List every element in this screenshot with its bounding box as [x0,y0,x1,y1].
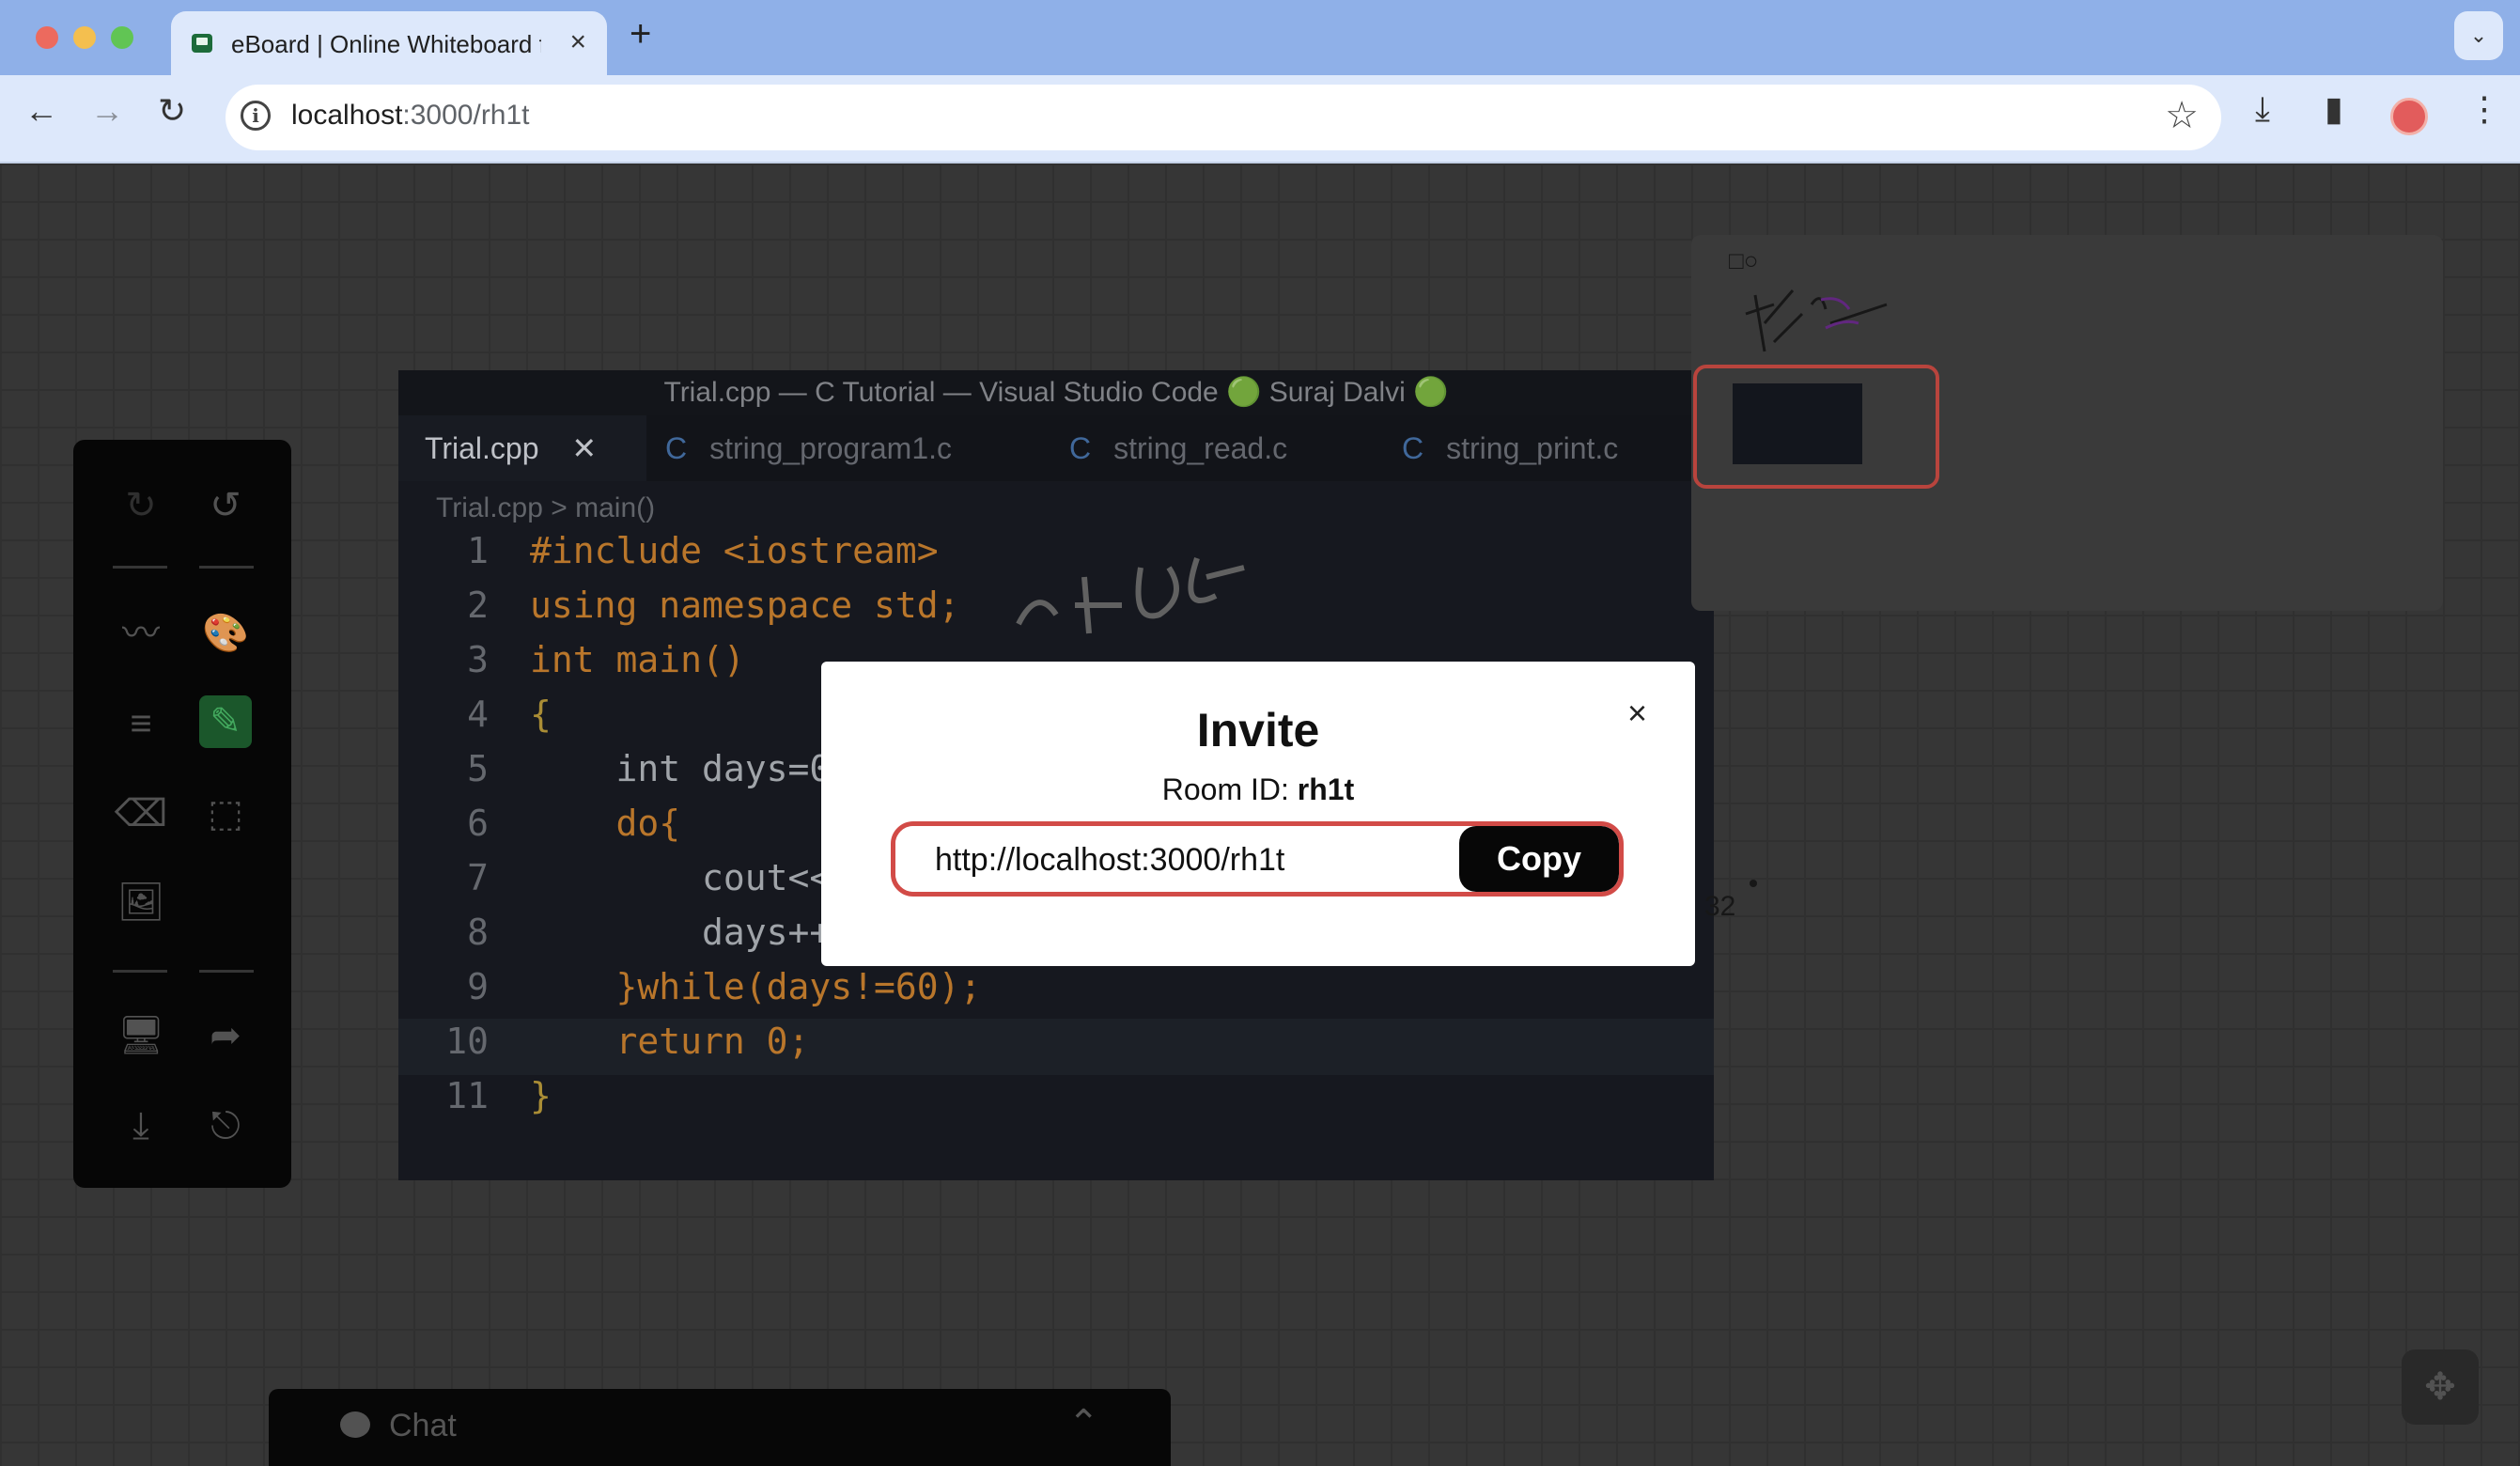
copy-button[interactable]: Copy [1459,826,1619,892]
side-panel-icon[interactable]: ▮ [2325,92,2343,126]
tab-title: eBoard | Online Whiteboard for [231,30,541,58]
invite-link-group: Copy [891,821,1624,897]
modal-title: Invite [1196,704,1320,756]
invite-modal: Invite × Room ID: rh1t Copy [821,662,1695,966]
site-info-icon[interactable]: i [241,101,271,131]
address-bar[interactable]: i localhost:3000/rh1t ☆ [226,85,2221,150]
url-path: :3000/rh1t [402,100,530,131]
tab-search-button[interactable]: ⌄ [2454,11,2503,60]
profile-avatar[interactable] [2390,98,2428,135]
browser-menu-icon[interactable]: ⋮ [2467,92,2501,126]
room-id-row: Room ID: rh1t [821,772,1695,807]
browser-tab[interactable]: eBoard | Online Whiteboard for × [171,11,607,75]
url-host: localhost [291,100,403,131]
downloads-icon[interactable]: ⤓ [2255,92,2270,126]
back-icon[interactable]: ← [24,94,58,128]
bookmark-star-icon[interactable]: ☆ [2165,94,2199,137]
minimize-window-button[interactable] [73,26,96,49]
invite-link-input[interactable] [895,826,1501,892]
close-window-button[interactable] [36,26,58,49]
forward-icon[interactable]: → [90,94,124,128]
maximize-window-button[interactable] [111,26,133,49]
room-id-label: Room ID: [1161,772,1289,806]
browser-toolbar: ← → ↻ i localhost:3000/rh1t ☆ ⤓ ▮ ⋮ [0,75,2520,164]
close-icon[interactable]: × [1627,694,1647,733]
reload-icon[interactable]: ↻ [158,94,186,128]
eboard-favicon-icon [192,34,212,53]
new-tab-button[interactable]: + [630,15,651,53]
address-url[interactable]: localhost:3000/rh1t [291,100,530,132]
browser-tab-strip: eBoard | Online Whiteboard for × + ⌄ [0,0,2520,75]
tab-close-icon[interactable]: × [569,26,586,58]
room-id-value: rh1t [1297,772,1355,806]
